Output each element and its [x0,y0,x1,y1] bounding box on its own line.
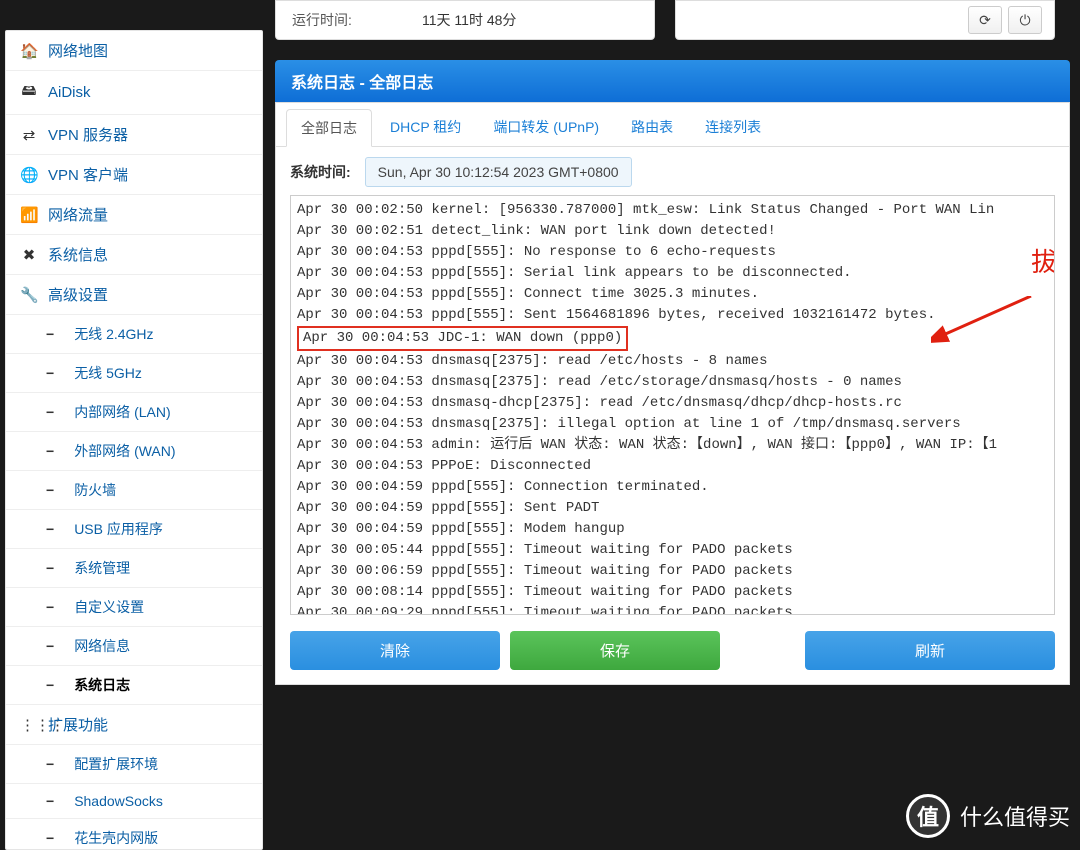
tab-1[interactable]: DHCP 租约 [376,109,475,146]
sidebar-icon: 🔧 [20,286,38,304]
log-line: Apr 30 00:04:59 pppd[555]: Connection te… [297,477,1048,498]
sidebar-icon: ⇄ [20,126,38,144]
reboot-icon[interactable]: ⟳ [968,6,1002,34]
tab-3[interactable]: 路由表 [617,109,687,146]
control-panel: ⟳ ⏻ [675,0,1055,40]
log-line: Apr 30 00:02:50 kernel: [956330.787000] … [297,200,1048,221]
sidebar-sub-4[interactable]: 防火墙 [6,470,262,509]
log-line: Apr 30 00:04:59 pppd[555]: Modem hangup [297,519,1048,540]
page-title: 系统日志 - 全部日志 [275,60,1070,102]
sidebar-sub-8[interactable]: 网络信息 [6,626,262,665]
log-line: Apr 30 00:04:53 dnsmasq[2375]: illegal o… [297,414,1048,435]
sidebar-sub-2[interactable]: 内部网络 (LAN) [6,392,262,431]
sidebar-item-6[interactable]: 🔧 高级设置 [6,274,262,314]
log-line: Apr 30 00:04:59 pppd[555]: Sent PADT [297,498,1048,519]
systime-label: 系统时间: [290,162,351,182]
sidebar-item-3[interactable]: 🌐 VPN 客户端 [6,154,262,194]
sidebar-item-2[interactable]: ⇄ VPN 服务器 [6,114,262,154]
tab-2[interactable]: 端口转发 (UPnP) [479,109,613,146]
sidebar-item-4[interactable]: 📶 网络流量 [6,194,262,234]
tab-0[interactable]: 全部日志 [286,109,372,147]
watermark-icon: 值 [906,794,950,838]
log-panel: 系统时间: Sun, Apr 30 10:12:54 2023 GMT+0800… [275,147,1070,685]
tab-4[interactable]: 连接列表 [691,109,775,146]
log-line: Apr 30 00:04:53 pppd[555]: Sent 15646818… [297,305,1048,326]
grid-icon: ⋮⋮⋮ [20,716,38,734]
sidebar-label: VPN 客户端 [48,164,128,185]
sidebar: 🏠 网络地图 🖴 AiDisk ⇄ VPN 服务器 🌐 VPN 客户端 📶 网络流量 ✖ 系统信息 🔧 高… [5,30,263,850]
sidebar-sub-6[interactable]: 系统管理 [6,548,262,587]
uptime-panel: 运行时间: 11天 11时 48分 [275,0,655,40]
sidebar-item-1[interactable]: 🖴 AiDisk [6,70,262,114]
tabs: 全部日志DHCP 租约端口转发 (UPnP)路由表连接列表 [275,102,1070,147]
log-line: Apr 30 00:02:51 detect_link: WAN port li… [297,221,1048,242]
sidebar-ext-sub-1[interactable]: ShadowSocks [6,783,262,818]
log-line: Apr 30 00:04:53 dnsmasq-dhcp[2375]: read… [297,393,1048,414]
log-line: Apr 30 00:04:53 pppd[555]: Serial link a… [297,263,1048,284]
sidebar-item-5[interactable]: ✖ 系统信息 [6,234,262,274]
sidebar-ext-sub-2[interactable]: 花生壳内网版 [6,818,262,850]
sidebar-label: 网络地图 [48,40,108,61]
clear-button[interactable]: 清除 [290,631,500,670]
log-line: Apr 30 00:05:44 pppd[555]: Timeout waiti… [297,540,1048,561]
log-line: Apr 30 00:09:29 pppd[555]: Timeout waiti… [297,603,1048,615]
refresh-button[interactable]: 刷新 [805,631,1055,670]
uptime-label: 运行时间: [292,10,422,30]
sidebar-sub-1[interactable]: 无线 5GHz [6,353,262,392]
systime-value: Sun, Apr 30 10:12:54 2023 GMT+0800 [365,157,632,187]
sidebar-label: 高级设置 [48,284,108,305]
sidebar-sub-0[interactable]: 无线 2.4GHz [6,314,262,353]
sidebar-sub-5[interactable]: USB 应用程序 [6,509,262,548]
sidebar-label: 系统信息 [48,244,108,265]
sidebar-icon: ✖ [20,246,38,264]
sidebar-sub-9[interactable]: 系统日志 [6,665,262,704]
log-line: Apr 30 00:04:53 pppd[555]: No response t… [297,242,1048,263]
uptime-value: 11天 11时 48分 [422,10,516,30]
sidebar-sub-3[interactable]: 外部网络 (WAN) [6,431,262,470]
watermark-text: 什么值得买 [960,800,1070,832]
main-content: 系统日志 - 全部日志 全部日志DHCP 租约端口转发 (UPnP)路由表连接列… [275,60,1070,685]
log-line: Apr 30 00:08:14 pppd[555]: Timeout waiti… [297,582,1048,603]
sidebar-icon: 🏠 [20,42,38,60]
log-line: Apr 30 00:04:53 dnsmasq[2375]: read /etc… [297,372,1048,393]
log-line: Apr 30 00:04:53 JDC-1: WAN down (ppp0) [297,326,1048,351]
sidebar-icon: 🌐 [20,166,38,184]
log-output[interactable]: 拔掉外网网线时间 Apr 30 00:02:50 kernel: [956330… [290,195,1055,615]
sidebar-label: VPN 服务器 [48,124,128,145]
sidebar-icon: 📶 [20,206,38,224]
log-line: Apr 30 00:04:53 admin: 运行后 WAN 状态: WAN 状… [297,435,1048,456]
power-icon[interactable]: ⏻ [1008,6,1042,34]
watermark: 值 什么值得买 [906,794,1070,838]
sidebar-label: AiDisk [48,84,91,101]
log-line: Apr 30 00:06:59 pppd[555]: Timeout waiti… [297,561,1048,582]
log-line: Apr 30 00:04:53 pppd[555]: Connect time … [297,284,1048,305]
sidebar-label: 网络流量 [48,204,108,225]
sidebar-label: 扩展功能 [48,714,108,735]
log-line: Apr 30 00:04:53 PPPoE: Disconnected [297,456,1048,477]
sidebar-item-0[interactable]: 🏠 网络地图 [6,31,262,70]
sidebar-ext-sub-0[interactable]: 配置扩展环境 [6,744,262,783]
sidebar-item-ext[interactable]: ⋮⋮⋮ 扩展功能 [6,704,262,744]
save-button[interactable]: 保存 [510,631,720,670]
log-line: Apr 30 00:04:53 dnsmasq[2375]: read /etc… [297,351,1048,372]
sidebar-icon: 🖴 [20,80,38,105]
sidebar-sub-7[interactable]: 自定义设置 [6,587,262,626]
